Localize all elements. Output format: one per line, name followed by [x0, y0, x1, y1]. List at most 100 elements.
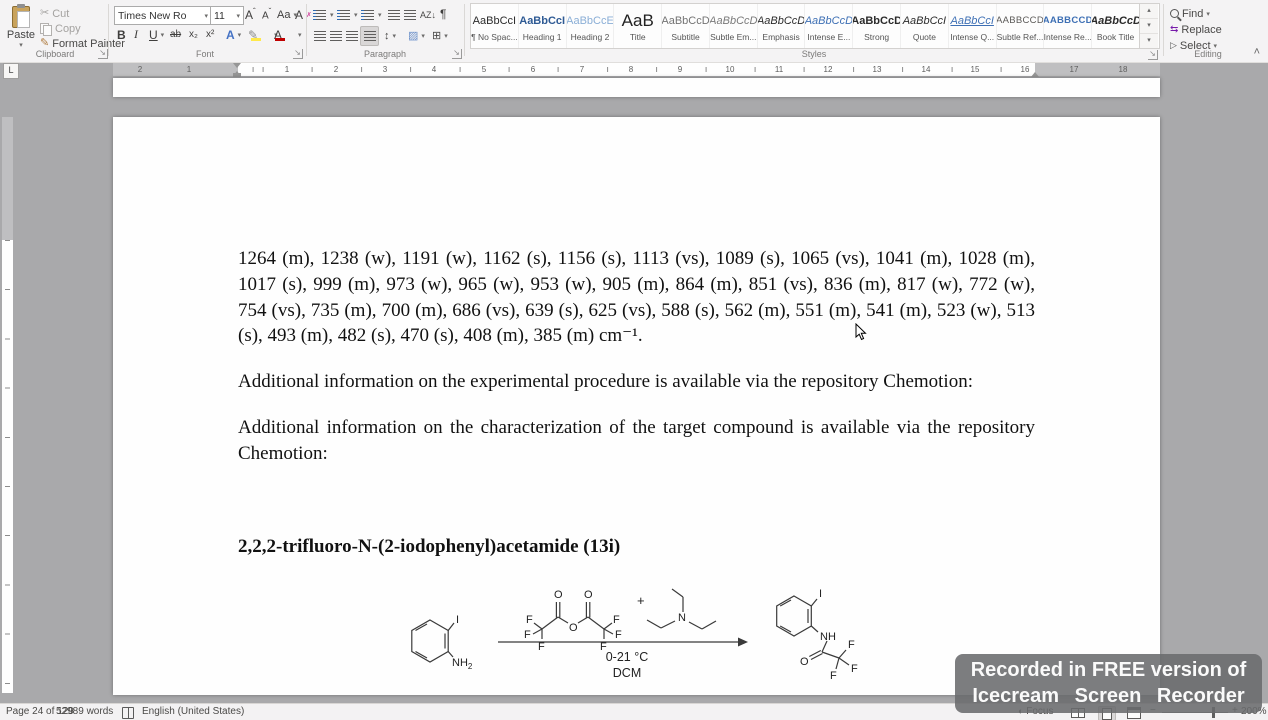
styles-dialog-launcher[interactable]: ↘ [1148, 50, 1158, 60]
recorder-watermark: Recorded in FREE version of Icecream Scr… [955, 654, 1262, 713]
find-label: Find [1182, 7, 1204, 20]
text-effects-button[interactable]: A ▾ [226, 27, 241, 42]
right-indent-marker[interactable] [1031, 68, 1039, 77]
numbering-button[interactable]: ▾ [336, 7, 358, 22]
compound-heading[interactable]: 2,2,2-trifluoro-N-(2-iodophenyl)acetamid… [238, 534, 1035, 560]
style-subtle-emphasis[interactable]: AaBbCcD Subtle Em... [710, 4, 758, 48]
ruler-number: 11 [774, 65, 784, 74]
proofing-icon[interactable] [122, 707, 134, 719]
cut-button[interactable]: ✂ Cut [40, 6, 69, 21]
font-color-button[interactable]: A ▾ [274, 27, 302, 42]
font-size-combo[interactable]: 11 ▾ [210, 6, 244, 25]
styles-gallery: AaBbCcI ¶ No Spac... AaBbCcI Heading 1 AaB… [470, 3, 1160, 49]
gallery-scroll-down[interactable]: ▾ [1140, 19, 1158, 34]
multilevel-list-icon [360, 8, 375, 22]
vertical-ruler-margin [2, 117, 13, 240]
ruler-number: 13 [872, 65, 882, 74]
clipboard-dialog-launcher[interactable]: ↘ [98, 49, 108, 59]
copy-button[interactable]: Copy [40, 21, 81, 36]
align-right-button[interactable] [344, 28, 359, 43]
ruler-active-area [238, 63, 1035, 76]
change-case-button[interactable]: Aa ▾ [277, 7, 297, 22]
shrink-font-button[interactable]: Aˇ [262, 7, 271, 22]
style-subtitle[interactable]: AaBbCcD Subtitle [662, 4, 710, 48]
font-name-value: Times New Ro [118, 9, 187, 22]
ir-data-paragraph[interactable]: 1264 (m), 1238 (w), 1191 (w), 1162 (s), … [238, 246, 1035, 349]
strikethrough-button[interactable]: ab [170, 27, 181, 42]
ruler-number: 16 [1020, 65, 1030, 74]
italic-button[interactable]: I [134, 27, 138, 42]
borders-button[interactable]: ⊞ ▾ [432, 28, 448, 43]
subscript-button[interactable]: x₂ [189, 27, 198, 42]
align-center-button[interactable] [328, 28, 343, 43]
style-heading-1[interactable]: AaBbCcI Heading 1 [519, 4, 567, 48]
style-intense-reference[interactable]: AABBCCD Intense Re... [1044, 4, 1093, 48]
style-no-spacing[interactable]: AaBbCcI ¶ No Spac... [471, 4, 519, 48]
atom-label: O [569, 622, 578, 634]
gallery-scroll-up[interactable]: ▴ [1140, 4, 1158, 19]
style-heading-2[interactable]: AaBbCcE Heading 2 [567, 4, 615, 48]
find-button[interactable]: Find ▾ [1170, 6, 1210, 21]
bold-button[interactable]: B [117, 27, 126, 42]
clear-formatting-button[interactable]: A ✗ [295, 7, 312, 22]
ribbon: Paste ▾ ✂ Cut Copy ✎ Format Painter Clip… [0, 0, 1268, 63]
caret-up-icon: ˆ [253, 7, 256, 16]
style-emphasis[interactable]: AaBbCcD Emphasis [758, 4, 806, 48]
reaction-temperature: 0-21 °C [606, 650, 649, 664]
line-spacing-button[interactable]: ↕ ▾ [384, 28, 396, 43]
increase-indent-button[interactable] [402, 7, 417, 22]
scissors-icon: ✂ [40, 7, 50, 19]
word-count[interactable]: 52989 words [56, 706, 113, 717]
paragraph-dialog-launcher[interactable]: ↘ [452, 49, 462, 59]
sort-button[interactable]: AZ↓ [420, 7, 436, 22]
decrease-indent-button[interactable] [386, 7, 401, 22]
experimental-info-paragraph[interactable]: Additional information on the experiment… [238, 369, 1035, 395]
increase-indent-icon [402, 8, 417, 22]
atom-label: NH [820, 631, 836, 643]
characterization-info-paragraph[interactable]: Additional information on the characteri… [238, 415, 1035, 467]
style-book-title[interactable]: AaBbCcD Book Title [1092, 4, 1139, 48]
gallery-more-button[interactable]: ▾ [1140, 34, 1158, 48]
previous-page-bottom[interactable] [113, 78, 1160, 97]
style-quote[interactable]: AaBbCcI Quote [901, 4, 949, 48]
font-name-combo[interactable]: Times New Ro ▾ [114, 6, 212, 25]
bullets-button[interactable]: ▾ [312, 7, 334, 22]
style-intense-quote[interactable]: AaBbCcI Intense Q... [949, 4, 997, 48]
show-marks-button[interactable]: ¶ [440, 6, 446, 21]
reaction-scheme-image[interactable]: I NH2 O O O F F F F F F + N I NH O F F F… [390, 575, 870, 693]
underline-button[interactable]: U ▾ [149, 27, 164, 42]
word-window: Paste ▾ ✂ Cut Copy ✎ Format Painter Clip… [0, 0, 1268, 720]
paste-icon [12, 4, 30, 28]
font-dialog-launcher[interactable]: ↘ [293, 49, 303, 59]
shading-button[interactable]: ▨ ▾ [408, 28, 425, 43]
style-subtle-reference[interactable]: AABBCCD Subtle Ref... [997, 4, 1045, 48]
atom-label: F [830, 670, 837, 682]
document-page[interactable]: 1264 (m), 1238 (w), 1191 (w), 1162 (s), … [113, 117, 1160, 695]
collapse-ribbon-button[interactable]: ˄ [1254, 46, 1260, 58]
replace-icon: ⇆ [1170, 24, 1179, 35]
ruler-number: 1 [284, 65, 290, 74]
grow-font-button[interactable]: Aˆ [245, 7, 256, 22]
align-left-button[interactable] [312, 28, 327, 43]
language-indicator[interactable]: English (United States) [142, 706, 244, 717]
multilevel-list-button[interactable]: ▾ [360, 7, 382, 22]
style-intense-emphasis[interactable]: AaBbCcD Intense E... [805, 4, 854, 48]
atom-label: NH2 [452, 657, 473, 671]
superscript-button[interactable]: x² [206, 27, 214, 42]
style-title[interactable]: AaB Title [614, 4, 663, 48]
reaction-solvent: DCM [613, 666, 641, 680]
atom-label: F [613, 614, 620, 626]
ruler-number: 5 [481, 65, 487, 74]
style-strong[interactable]: AaBbCcD Strong [853, 4, 902, 48]
replace-button[interactable]: ⇆ Replace [1170, 22, 1222, 37]
chevron-down-icon: ▾ [421, 32, 425, 40]
vertical-ruler-active [2, 240, 13, 693]
align-left-icon [312, 29, 327, 43]
chevron-down-icon: ▾ [237, 31, 242, 39]
justify-button[interactable] [360, 26, 379, 46]
ruler-number: 9 [677, 65, 683, 74]
tab-stop-selector[interactable]: L [3, 63, 19, 79]
atom-label: I [819, 588, 822, 600]
left-indent-marker[interactable] [233, 73, 241, 77]
align-right-icon [344, 29, 359, 43]
